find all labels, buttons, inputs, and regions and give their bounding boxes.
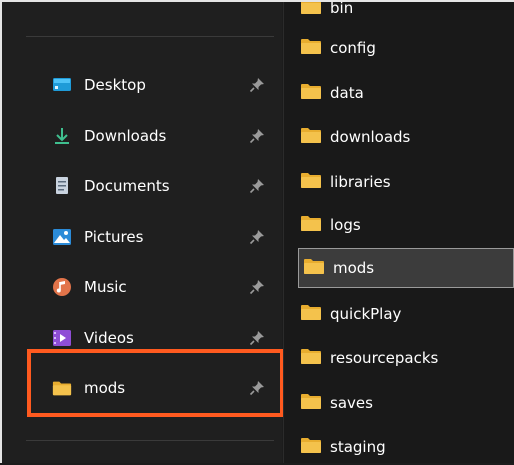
folder-row-downloads[interactable]: downloads	[300, 119, 498, 155]
folder-icon	[300, 214, 322, 236]
folder-icon	[300, 436, 322, 458]
folder-row-logs[interactable]: logs	[300, 207, 498, 243]
nav-item-label: Downloads	[84, 127, 167, 145]
folder-row-staging[interactable]: staging	[300, 429, 498, 465]
folder-label: downloads	[330, 128, 411, 146]
folder-label: quickPlay	[330, 305, 402, 323]
folder-icon	[300, 303, 322, 325]
folder-icon	[303, 257, 325, 279]
folder-list: bin config data downloads libraries logs…	[284, 0, 514, 463]
nav-item-label: Pictures	[84, 228, 144, 246]
pictures-icon	[52, 227, 72, 247]
download-icon	[52, 126, 72, 146]
folder-row-saves[interactable]: saves	[300, 385, 498, 421]
folder-label: libraries	[330, 173, 391, 191]
folder-icon	[300, 82, 322, 104]
folder-icon	[300, 347, 322, 369]
folder-icon	[300, 392, 322, 414]
pin-icon[interactable]	[248, 177, 266, 195]
folder-icon	[300, 126, 322, 148]
music-icon	[52, 277, 72, 297]
annotation-highlight-box	[27, 349, 284, 417]
folder-row-data[interactable]: data	[300, 75, 498, 111]
folder-icon	[300, 171, 322, 193]
folder-label: bin	[330, 0, 354, 17]
pin-icon[interactable]	[248, 329, 266, 347]
nav-item-desktop[interactable]: Desktop	[52, 67, 282, 103]
desktop-icon	[52, 75, 72, 95]
folder-label: config	[330, 39, 376, 57]
folder-icon	[300, 37, 322, 59]
pin-icon[interactable]	[248, 278, 266, 296]
nav-item-music[interactable]: Music	[52, 269, 282, 305]
folder-label: staging	[330, 438, 386, 456]
documents-icon	[52, 176, 72, 196]
folder-label: mods	[333, 259, 375, 277]
nav-divider-bottom	[26, 440, 274, 441]
nav-item-label: Desktop	[84, 76, 146, 94]
nav-item-label: Videos	[84, 329, 134, 347]
folder-label: resourcepacks	[330, 349, 439, 367]
videos-icon	[52, 328, 72, 348]
nav-item-documents[interactable]: Documents	[52, 168, 282, 204]
folder-row-config[interactable]: config	[300, 30, 498, 66]
nav-item-label: Music	[84, 278, 127, 296]
folder-label: logs	[330, 216, 361, 234]
pin-icon[interactable]	[248, 228, 266, 246]
nav-item-downloads[interactable]: Downloads	[52, 118, 282, 154]
folder-icon	[300, 0, 322, 19]
folder-row-libraries[interactable]: libraries	[300, 164, 498, 200]
folder-row-resourcepacks[interactable]: resourcepacks	[300, 340, 498, 376]
pin-icon[interactable]	[248, 127, 266, 145]
nav-divider-top	[26, 36, 274, 37]
nav-item-label: Documents	[84, 177, 170, 195]
folder-label: saves	[330, 394, 373, 412]
folder-row-quickplay[interactable]: quickPlay	[300, 296, 498, 332]
folder-row-bin[interactable]: bin	[300, 0, 498, 26]
folder-label: data	[330, 84, 364, 102]
folder-row-mods[interactable]: mods	[298, 248, 514, 288]
pin-icon[interactable]	[248, 76, 266, 94]
nav-item-pictures[interactable]: Pictures	[52, 219, 282, 255]
